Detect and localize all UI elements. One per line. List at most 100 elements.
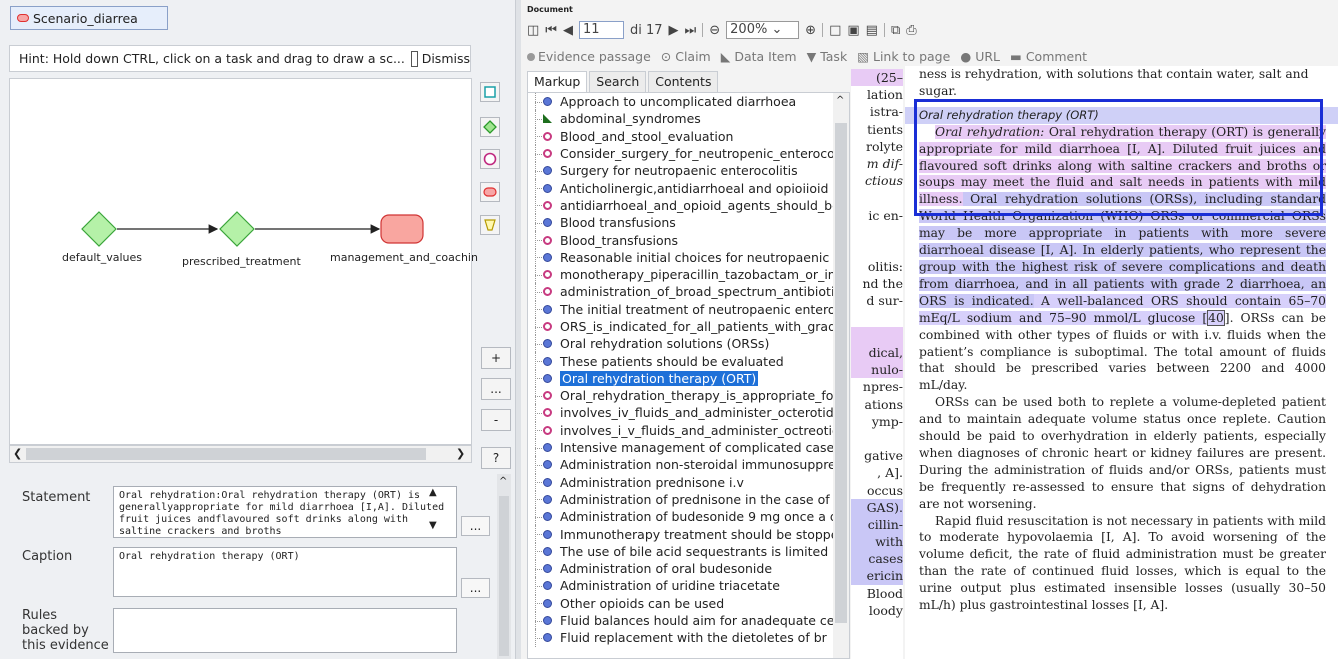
markup-item-label: Administration of budesonide 9 mg once a… xyxy=(560,509,849,525)
markup-item[interactable]: Administration of uridine triacetate xyxy=(528,577,849,595)
fit-width-icon[interactable]: ▤ xyxy=(866,23,878,38)
palette-task-button[interactable] xyxy=(480,82,500,102)
dismiss-checkbox[interactable] xyxy=(410,50,418,67)
markup-item[interactable]: The use of bile acid sequestrants is lim… xyxy=(528,542,849,561)
palette-subtask-button[interactable] xyxy=(480,182,500,202)
scenario-tab[interactable]: Scenario_diarrea xyxy=(10,6,168,30)
markup-item[interactable]: Fluid replacement with the dietoletes of… xyxy=(528,629,849,647)
scroll-up-icon[interactable]: ▲ xyxy=(429,487,437,498)
markup-item[interactable]: Other opioids can be used xyxy=(528,594,849,612)
markup-item[interactable]: The initial treatment of neutropaenic en… xyxy=(528,300,849,318)
annot-url[interactable]: ● URL xyxy=(960,49,1000,64)
markup-item[interactable]: ORS_is_indicated_for_all_patients_with_g… xyxy=(528,317,849,336)
diagram-canvas[interactable]: default_values prescribed_treatment mana… xyxy=(9,78,478,445)
markup-item[interactable]: Reasonable initial choices for neutropae… xyxy=(528,248,849,266)
markup-scrollbar[interactable]: ^ xyxy=(833,93,849,658)
markup-item[interactable]: Anticholinergic,antidiarrhoeal and opioi… xyxy=(528,179,849,197)
statement-edit-button[interactable]: ... xyxy=(461,516,490,536)
zoom-out-icon[interactable]: ⊖ xyxy=(709,23,720,38)
scroll-left-icon[interactable]: ❮ xyxy=(13,447,22,460)
copy-icon[interactable]: ⧉ xyxy=(891,23,900,38)
prev-page-icon[interactable]: ◀ xyxy=(563,23,573,38)
scroll-thumb[interactable] xyxy=(26,448,426,460)
markup-item[interactable]: Blood_and_stool_evaluation xyxy=(528,127,849,145)
fragment-line: ic en- xyxy=(868,207,903,223)
markup-item[interactable]: Administration of prednisone in the case… xyxy=(528,490,849,509)
palette-event-button[interactable] xyxy=(480,149,500,169)
markup-item[interactable]: Fluid balances hould aim for anadequate … xyxy=(528,611,849,630)
markup-item[interactable]: Oral rehydration solutions (ORSs) xyxy=(528,335,849,353)
palette-gateway-button[interactable] xyxy=(480,117,500,137)
markup-item[interactable]: Administration of oral budesonide xyxy=(528,560,849,578)
annot-comment[interactable]: ▬ Comment xyxy=(1010,49,1087,64)
caption-edit-button[interactable]: ... xyxy=(461,578,490,598)
first-page-icon[interactable]: ⏮ xyxy=(545,23,557,38)
tab-contents[interactable]: Contents xyxy=(648,71,719,92)
scroll-up-icon[interactable]: ^ xyxy=(836,95,844,106)
add-button[interactable]: + xyxy=(481,347,511,369)
caption-field[interactable]: Oral rehydration therapy (ORT) xyxy=(113,547,457,597)
markup-item[interactable]: Surgery for neutropaenic enterocolitis xyxy=(528,162,849,180)
scroll-thumb[interactable] xyxy=(835,123,847,623)
markup-item[interactable]: administration_of_broad_spectrum_antibio… xyxy=(528,283,849,301)
annot-task[interactable]: ▼ Task xyxy=(807,49,848,64)
scroll-thumb[interactable] xyxy=(499,496,509,656)
next-page-icon[interactable]: ▶ xyxy=(669,23,679,38)
markup-item-label: Other opioids can be used xyxy=(560,595,725,611)
markup-item[interactable]: Consider_surgery_for_neutropenic_enteroc… xyxy=(528,144,849,163)
markup-item[interactable]: abdominal_syndromes xyxy=(528,110,849,128)
markup-item[interactable]: involves_i_v_fluids_and_administer_octre… xyxy=(528,421,849,439)
markup-item[interactable]: Administration prednisone i.v xyxy=(528,473,849,491)
citation-link[interactable]: 40 xyxy=(1207,309,1225,326)
palette-data-button[interactable] xyxy=(480,215,500,235)
ort-caption[interactable]: Oral rehydration therapy (ORT) xyxy=(905,106,1338,124)
scroll-down-icon[interactable]: ▼ xyxy=(429,520,437,531)
annot-link-to-page[interactable]: ▧ Link to page xyxy=(857,49,950,64)
annot-data-item[interactable]: ◣ Data Item xyxy=(721,49,797,64)
markup-item[interactable]: monotherapy_piperacillin_tazobactam_or_i… xyxy=(528,265,849,284)
remove-button[interactable]: - xyxy=(481,409,511,431)
more-button[interactable]: ... xyxy=(481,378,511,400)
markup-item[interactable]: Approach to uncomplicated diarrhoea xyxy=(528,93,849,111)
tree-line xyxy=(535,637,542,639)
markup-item[interactable]: Administration non-steroidal immunosuppr… xyxy=(528,456,849,474)
zoom-in-icon[interactable]: ⊕ xyxy=(805,23,816,38)
properties-scrollbar[interactable]: ^ xyxy=(497,474,511,659)
zoom-select[interactable]: 200% ⌄ xyxy=(726,21,800,39)
fit-page-icon[interactable]: ▣ xyxy=(847,23,859,38)
print-icon[interactable]: ⎙ xyxy=(906,23,916,38)
markup-list: Approach to uncomplicated diarrhoea abdom… xyxy=(527,92,850,659)
markup-item[interactable]: Administration of budesonide 9 mg once a… xyxy=(528,508,849,526)
help-button[interactable]: ? xyxy=(481,447,511,469)
gateway-prescribed-treatment[interactable] xyxy=(219,211,255,247)
tree-line xyxy=(535,603,542,605)
claim-icon: ⊙ xyxy=(660,48,676,64)
statement-field[interactable]: Oral rehydration:Oral rehydration therap… xyxy=(113,486,457,538)
single-page-icon[interactable]: □ xyxy=(829,23,841,38)
scroll-right-icon[interactable]: ❯ xyxy=(456,447,465,460)
rules-label: Rules backed by this evidence xyxy=(22,608,109,653)
markup-item[interactable]: Oral_rehydration_therapy_is_appropriate_… xyxy=(528,387,849,405)
task-management[interactable] xyxy=(380,214,424,244)
rules-field[interactable] xyxy=(113,608,457,653)
page-left-column-fragment: (25– lation istra-tients rolyte m dif-ctious… xyxy=(851,69,903,659)
sidebar-toggle-icon[interactable]: ◫ xyxy=(527,23,539,38)
horizontal-scrollbar[interactable]: ❮ ❯ xyxy=(9,445,472,463)
page-number-input[interactable]: 11 xyxy=(579,21,624,39)
annot-evidence-passage[interactable]: Evidence passage xyxy=(527,49,651,64)
markup-item[interactable]: Blood transfusions xyxy=(528,214,849,232)
markup-item[interactable]: Intensive management of complicated case xyxy=(528,438,849,457)
scroll-up-icon[interactable]: ^ xyxy=(499,476,507,487)
markup-item[interactable]: involves_iv_fluids_and_administer_octero… xyxy=(528,404,849,422)
markup-item[interactable]: These patients should be evaluated xyxy=(528,352,849,370)
evidence-passage[interactable]: Oral rehydration: Oral rehydration thera… xyxy=(905,124,1338,395)
gateway-default-values[interactable] xyxy=(81,211,117,247)
tab-search[interactable]: Search xyxy=(589,71,647,92)
markup-item[interactable]: Oral rehydration therapy (ORT) xyxy=(528,369,849,388)
annot-claim[interactable]: ⊙ Claim xyxy=(661,49,711,64)
last-page-icon[interactable]: ⏭ xyxy=(685,23,697,38)
tab-markup[interactable]: Markup xyxy=(527,71,588,92)
markup-item[interactable]: antidiarrhoeal_and_opioid_agents_should_… xyxy=(528,196,849,215)
markup-item[interactable]: Blood_transfusions xyxy=(528,231,849,249)
markup-item[interactable]: Immunotherapy treatment should be stoppe… xyxy=(528,525,849,543)
